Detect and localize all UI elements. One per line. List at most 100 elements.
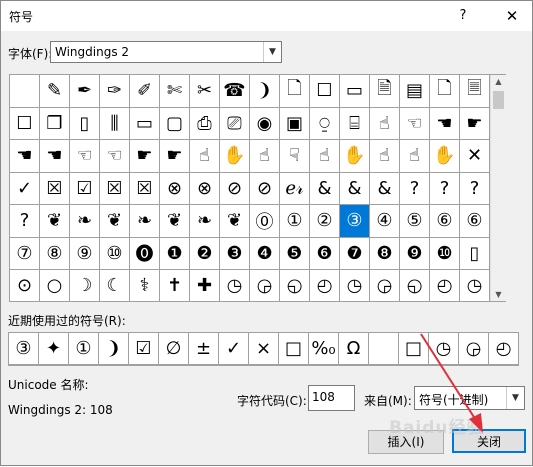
symbol-cell[interactable]: ❾ xyxy=(400,237,430,270)
symbol-cell[interactable]: ◉ xyxy=(250,107,280,140)
symbol-cell[interactable]: ❸ xyxy=(220,237,250,270)
symbol-cell[interactable]: ① xyxy=(280,205,310,238)
symbol-cell[interactable]: ☾ xyxy=(100,270,130,301)
symbol-cell[interactable]: ☚ xyxy=(10,140,40,173)
symbol-cell[interactable]: ○ xyxy=(40,270,70,301)
symbol-cell[interactable]: ☐ xyxy=(310,75,340,108)
symbol-cell[interactable]: ✋ xyxy=(220,140,250,173)
symbol-cell[interactable]: ☚ xyxy=(40,140,70,173)
symbol-cell[interactable]: ❻ xyxy=(310,237,340,270)
symbol-cell[interactable]: ❧ xyxy=(130,205,160,238)
symbol-cell[interactable]: ❽ xyxy=(370,237,400,270)
symbol-cell[interactable]: ❶ xyxy=(160,237,190,270)
symbol-cell[interactable]: ☛ xyxy=(130,140,160,173)
symbol-cell[interactable]: ✑ xyxy=(100,75,130,108)
symbol-cell[interactable]: ☜ xyxy=(400,107,430,140)
symbol-cell[interactable]: ⚕ xyxy=(130,270,160,301)
symbol-cell[interactable]: ◷ xyxy=(220,270,250,301)
char-code-input[interactable]: 108 xyxy=(308,385,355,411)
symbol-cell[interactable]: ❦ xyxy=(160,205,190,238)
symbol-cell[interactable]: ☝ xyxy=(370,140,400,173)
recent-symbol-cell[interactable]: ◴ xyxy=(489,333,519,365)
symbol-cell[interactable]: ☛ xyxy=(160,140,190,173)
symbol-cell[interactable]: ◷ xyxy=(460,270,490,301)
symbol-cell[interactable]: ▤ xyxy=(400,75,430,108)
symbol-cell[interactable]: ☛ xyxy=(460,107,490,140)
symbol-cell[interactable]: ? xyxy=(400,172,430,205)
symbol-cell[interactable]: ◶ xyxy=(370,270,400,301)
symbol-cell[interactable]: ✂ xyxy=(190,75,220,108)
symbol-cell[interactable]: ☝ xyxy=(250,140,280,173)
symbol-cell[interactable]: ⑤ xyxy=(400,205,430,238)
chevron-down-icon[interactable]: ▼ xyxy=(263,42,281,62)
symbol-cell[interactable]: ✚ xyxy=(190,270,220,301)
symbol-cell[interactable]: 🗎 xyxy=(370,75,400,108)
recent-symbol-cell[interactable]: □ xyxy=(279,333,309,365)
symbol-cell[interactable]: 🗏 xyxy=(460,75,490,108)
symbol-cell[interactable]: 🗋 xyxy=(430,75,460,108)
recent-symbol-cell[interactable]: %₀ xyxy=(309,333,339,365)
symbol-cell[interactable]: ⊗ xyxy=(160,172,190,205)
recent-symbol-cell[interactable]: ∅ xyxy=(159,333,189,365)
recent-symbol-cell[interactable]: ☑ xyxy=(129,333,159,365)
symbol-cell[interactable]: ❦ xyxy=(220,205,250,238)
scroll-down-icon[interactable]: ▼ xyxy=(491,290,506,299)
symbol-cell[interactable]: ⓪ xyxy=(250,205,280,238)
symbol-cell[interactable]: ⊘ xyxy=(250,172,280,205)
symbol-cell[interactable]: ❩ xyxy=(250,75,280,108)
symbol-cell[interactable]: ◶ xyxy=(250,270,280,301)
from-select[interactable]: 符号(十进制) ▼ xyxy=(414,386,525,410)
recent-symbol-cell[interactable]: ❩ xyxy=(99,333,129,365)
symbol-cell[interactable]: ② xyxy=(310,205,340,238)
symbol-cell[interactable]: ⑩ xyxy=(100,237,130,270)
symbol-cell[interactable]: ☝ xyxy=(370,107,400,140)
symbol-cell[interactable]: ☽ xyxy=(70,270,100,301)
symbol-cell[interactable]: ✝ xyxy=(160,270,190,301)
symbol-cell[interactable]: ☑ xyxy=(70,172,100,205)
symbol-cell[interactable]: ◴ xyxy=(310,270,340,301)
symbol-cell[interactable]: ◵ xyxy=(400,270,430,301)
symbol-cell[interactable]: ⑥ xyxy=(430,205,460,238)
symbol-cell[interactable]: ⑧ xyxy=(40,237,70,270)
symbol-cell[interactable]: & xyxy=(340,172,370,205)
symbol-cell[interactable]: ☜ xyxy=(100,140,130,173)
symbol-cell[interactable]: ☚ xyxy=(430,107,460,140)
symbol-cell[interactable]: ❧ xyxy=(70,205,100,238)
symbol-cell[interactable]: ◷ xyxy=(340,270,370,301)
symbol-cell[interactable]: ⊗ xyxy=(190,172,220,205)
symbol-cell[interactable]: ❹ xyxy=(250,237,280,270)
scroll-up-icon[interactable]: ▲ xyxy=(491,77,506,86)
symbol-cell[interactable]: ✓ xyxy=(10,172,40,205)
symbol-cell[interactable]: ▣ xyxy=(280,107,310,140)
scrollbar-thumb[interactable] xyxy=(493,91,504,109)
symbol-cell[interactable]: ❿ xyxy=(430,237,460,270)
symbol-cell[interactable]: ❐ xyxy=(40,107,70,140)
symbol-cell[interactable]: ✋ xyxy=(430,140,460,173)
symbol-cell[interactable]: ⌸ xyxy=(340,107,370,140)
symbol-cell[interactable]: ⍜ xyxy=(310,107,340,140)
symbol-cell[interactable]: ☎ xyxy=(220,75,250,108)
symbol-cell-selected[interactable]: ③ xyxy=(340,205,370,238)
symbol-cell[interactable]: ℯ𝓇 xyxy=(280,172,310,205)
symbol-cell[interactable]: ☝ xyxy=(190,140,220,173)
symbol-cell[interactable]: ☝ xyxy=(310,140,340,173)
symbol-cell[interactable]: 🗋 xyxy=(280,75,310,108)
symbol-cell[interactable]: ⎙ xyxy=(190,107,220,140)
symbol-cell[interactable]: ◵ xyxy=(280,270,310,301)
recent-symbol-cell[interactable]: ◶ xyxy=(459,333,489,365)
recent-symbol-cell[interactable]: × xyxy=(249,333,279,365)
symbol-cell[interactable]: ✎ xyxy=(40,75,70,108)
symbol-cell[interactable]: ✐ xyxy=(130,75,160,108)
chevron-down-icon[interactable]: ▼ xyxy=(506,387,524,409)
symbol-cell[interactable]: ? xyxy=(460,172,490,205)
symbol-cell[interactable]: ☟ xyxy=(280,140,310,173)
symbol-cell[interactable]: ✕ xyxy=(460,140,490,173)
font-select[interactable]: Wingdings 2 ▼ xyxy=(50,41,282,63)
symbol-cell[interactable]: ⑥ xyxy=(460,205,490,238)
recent-symbol-cell[interactable]: ③ xyxy=(9,333,39,365)
symbol-cell[interactable]: ⑨ xyxy=(70,237,100,270)
symbol-cell[interactable]: ✒ xyxy=(70,75,100,108)
symbol-cell[interactable]: ❼ xyxy=(340,237,370,270)
symbol-cell[interactable]: ☜ xyxy=(70,140,100,173)
recent-symbol-cell[interactable]: ✓ xyxy=(219,333,249,365)
